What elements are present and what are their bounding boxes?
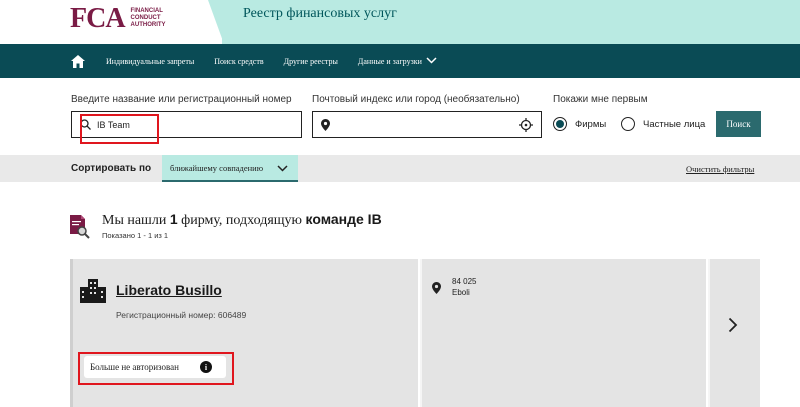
highlight-box-status [78,352,234,385]
location-field-label: Почтовый индекс или город (необязательно… [312,94,520,105]
chevron-right-icon[interactable] [728,317,738,338]
search-button[interactable]: Поиск [716,111,761,137]
logo-text: FINANCIAL CONDUCT AUTHORITY [131,8,191,29]
show-first-label: Покажи мне первым [553,94,648,105]
results-count: 1 [169,211,178,227]
nav-item-individual-bans[interactable]: Индивидуальные запреты [106,57,194,66]
map-pin-icon [432,281,441,299]
sort-select[interactable]: ближайшему совпадению [162,155,298,182]
logo-text-line2: CONDUCT [130,15,161,21]
address-line2: Eboli [452,288,470,297]
home-icon[interactable] [70,53,86,69]
nav-item-data-downloads[interactable]: Данные и загрузки [358,57,437,66]
results-heading-middle: фирму, подходящую [177,213,306,228]
main-nav: Индивидуальные запреты Поиск средств Дру… [0,44,800,78]
top-header: FCA FINANCIAL CONDUCT AUTHORITY Реестр ф… [0,0,800,44]
fca-logo[interactable]: FCA FINANCIAL CONDUCT AUTHORITY [70,4,191,34]
address-line1: 84 025 [452,277,477,286]
chevron-down-icon [277,159,288,177]
search-results-icon [70,215,92,244]
radio-individuals-dot [621,117,635,131]
radio-firms-dot [553,117,567,131]
map-pin-icon [321,118,330,131]
location-input[interactable] [312,111,542,138]
logo-text-line3: AUTHORITY [130,22,166,28]
clear-filters-link[interactable]: Очистить фильтры [686,164,754,174]
results-shown-count: Показано 1 - 1 из 1 [102,231,169,240]
registration-number: Регистрационный номер: 606489 [116,310,247,320]
results-heading-prefix: Мы нашли [102,213,170,228]
sort-selected-value: ближайшему совпадению [170,162,264,173]
chevron-down-icon [426,56,437,66]
nav-item-fund-search[interactable]: Поиск средств [214,57,263,66]
radio-individuals-label: Частные лица [643,118,706,130]
nav-item-other-registers[interactable]: Другие реестры [284,57,338,66]
results-query: команде IB [305,211,382,227]
logo-text-line1: FINANCIAL [130,8,163,14]
logo-mark: FCA [70,3,126,34]
results-heading: Мы нашли 1 фирму, подходящую команде IB [102,211,382,229]
firm-name-link[interactable]: Liberato Busillo [116,282,222,298]
sort-label: Сортировать по [71,163,152,174]
crosshair-icon[interactable] [519,117,533,132]
radio-individuals[interactable]: Частные лица [621,117,705,131]
nav-item-data-downloads-label: Данные и загрузки [357,56,422,66]
name-field-label: Введите название или регистрационный ном… [71,94,292,105]
radio-firms-label: Фирмы [575,118,607,130]
highlight-box-search [80,114,159,144]
site-title[interactable]: Реестр финансовых услуг [243,6,397,22]
building-icon [80,279,106,308]
radio-firms[interactable]: Фирмы [553,117,606,131]
